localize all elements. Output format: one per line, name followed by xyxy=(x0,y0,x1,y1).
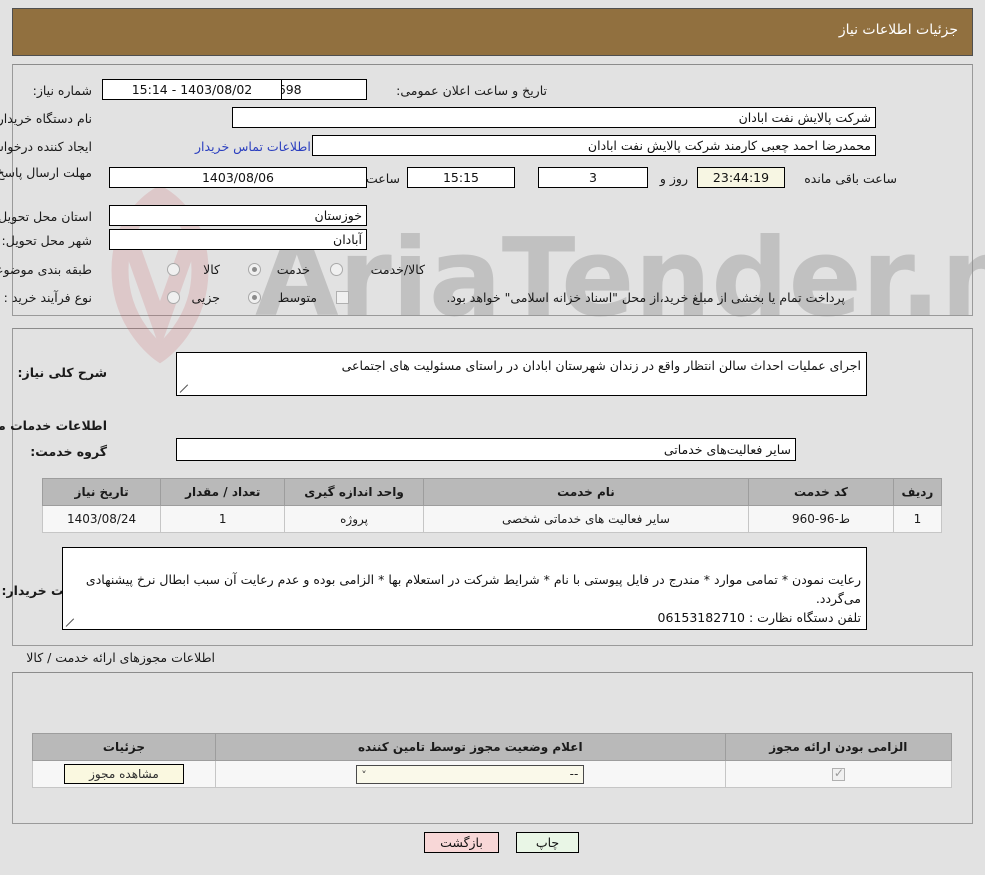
col-permit-details: جزئیات xyxy=(32,733,216,761)
requester-value: محمدرضا احمد چعبی کارمند شرکت پالایش نفت… xyxy=(312,135,876,156)
need-summary-panel xyxy=(12,64,973,316)
cell-permit-status: ˅ -- xyxy=(214,760,726,788)
page-header-bar: جزئیات اطلاعات نیاز xyxy=(12,8,973,56)
back-button[interactable]: بازگشت xyxy=(424,832,499,853)
remaining-hours-label: ساعت باقی مانده xyxy=(804,171,897,186)
service-group-label: گروه خدمت: xyxy=(30,444,107,459)
service-group-value: سایر فعالیت‌های خدماتی xyxy=(176,438,796,461)
province-label: استان محل تحویل: xyxy=(0,209,92,224)
category-label: طبقه بندی موضوعی: xyxy=(0,262,92,277)
deadline-date-value: 1403/08/06 xyxy=(109,167,367,188)
permit-status-selected-value: -- xyxy=(569,766,579,781)
radio-label-category-khedmat: خدمت xyxy=(276,262,310,277)
public-announce-value: 1403/08/02 - 15:14 xyxy=(102,79,282,100)
permits-section-caption: اطلاعات مجوزهای ارائه خدمت / کالا xyxy=(26,650,215,665)
cell-need-date: 1403/08/24 xyxy=(41,505,162,533)
city-label: شهر محل تحویل: xyxy=(1,233,92,248)
page-title: جزئیات اطلاعات نیاز xyxy=(838,22,958,38)
radio-label-category-kala-khedmat: کالا/خدمت xyxy=(370,262,425,277)
resize-handle-icon-notes[interactable] xyxy=(65,618,75,628)
deadline-time-value: 15:15 xyxy=(407,167,515,188)
buyer-org-value: شرکت پالایش نفت ابادان xyxy=(232,107,876,128)
services-info-heading: اطلاعات خدمات مورد نیاز xyxy=(0,418,107,433)
need-number-label: شماره نیاز: xyxy=(32,83,92,98)
cell-service-code: ط-96-960 xyxy=(748,505,894,533)
radio-process-motevaset[interactable] xyxy=(248,291,261,304)
permit-status-select[interactable]: ˅ -- xyxy=(356,764,585,784)
permits-table-header-row: الزامی بودن ارائه مجوز اعلام وضعیت مجوز … xyxy=(32,733,953,761)
col-permit-status: اعلام وضعیت مجوز توسط تامین کننده xyxy=(214,733,726,761)
province-value: خوزستان xyxy=(109,205,367,226)
col-unit: واحد اندازه گیری xyxy=(284,478,424,506)
days-and-label: روز و xyxy=(659,171,688,186)
view-permit-button[interactable]: مشاهده مجوز xyxy=(63,764,184,784)
general-need-textarea[interactable]: اجرای عملیات احداث سالن انتظار واقع در ز… xyxy=(176,352,867,396)
radio-label-category-kala: کالا xyxy=(203,262,220,277)
radio-label-process-jozei: جزیی xyxy=(191,290,220,305)
radio-category-kala-khedmat[interactable] xyxy=(330,263,343,276)
radio-category-khedmat[interactable] xyxy=(248,263,261,276)
chevron-down-icon: ˅ xyxy=(361,768,367,782)
treasury-docs-note: پرداخت تمام یا بخشی از مبلغ خرید،از محل … xyxy=(446,290,845,305)
buyer-notes-textarea[interactable]: رعایت نمودن * تمامی موارد * مندرج در فای… xyxy=(62,547,867,630)
col-service-code: کد خدمت xyxy=(748,478,894,506)
col-quantity: تعداد / مقدار xyxy=(160,478,286,506)
cell-permit-required xyxy=(724,760,953,788)
table-row: ˅ -- مشاهده مجوز xyxy=(32,760,953,788)
table-row: 1 ط-96-960 سایر فعالیت های خدماتی شخصی پ… xyxy=(41,505,943,533)
general-need-value: اجرای عملیات احداث سالن انتظار واقع در ز… xyxy=(341,358,861,373)
col-service-name: نام خدمت xyxy=(422,478,750,506)
col-row-no: ردیف xyxy=(892,478,943,506)
services-table: ردیف کد خدمت نام خدمت واحد اندازه گیری ت… xyxy=(41,478,943,533)
public-announce-label: تاریخ و ساعت اعلان عمومی: xyxy=(396,83,547,98)
col-need-date: تاریخ نیاز xyxy=(41,478,162,506)
city-value: آبادان xyxy=(109,229,367,250)
radio-category-kala[interactable] xyxy=(167,263,180,276)
cell-quantity: 1 xyxy=(160,505,286,533)
page-root: AriaTender.net جزئیات اطلاعات نیاز شماره… xyxy=(0,0,985,875)
resize-handle-icon[interactable] xyxy=(179,384,189,394)
permits-table: الزامی بودن ارائه مجوز اعلام وضعیت مجوز … xyxy=(32,733,953,788)
radio-process-jozei[interactable] xyxy=(167,291,180,304)
cell-unit: پروژه xyxy=(284,505,424,533)
deadline-hour-label: ساعت xyxy=(365,171,400,186)
services-table-header-row: ردیف کد خدمت نام خدمت واحد اندازه گیری ت… xyxy=(41,478,943,506)
process-label: نوع فرآیند خرید : xyxy=(3,290,92,305)
cell-service-name: سایر فعالیت های خدماتی شخصی xyxy=(422,505,750,533)
general-need-label: شرح کلی نیاز: xyxy=(17,365,107,380)
radio-label-process-motevaset: متوسط xyxy=(277,290,317,305)
buyer-org-label: نام دستگاه خریدار: xyxy=(0,111,92,126)
buyer-contact-link[interactable]: اطلاعات تماس خریدار xyxy=(195,139,311,154)
requester-label: ایجاد کننده درخواست: xyxy=(0,139,92,154)
cell-permit-details: مشاهده مجوز xyxy=(32,760,216,788)
print-button[interactable]: چاپ xyxy=(516,832,579,853)
treasury-docs-checkbox[interactable] xyxy=(336,291,349,304)
days-remaining-value: 3 xyxy=(538,167,648,188)
buyer-notes-value: رعایت نمودن * تمامی موارد * مندرج در فای… xyxy=(85,572,861,625)
permit-required-checkbox xyxy=(831,766,845,781)
deadline-label: مهلت ارسال پاسخ: تا تاریخ: xyxy=(0,165,92,180)
cell-row-no: 1 xyxy=(892,505,943,533)
col-permit-required: الزامی بودن ارائه مجوز xyxy=(724,733,953,761)
countdown-value: 23:44:19 xyxy=(697,167,785,188)
